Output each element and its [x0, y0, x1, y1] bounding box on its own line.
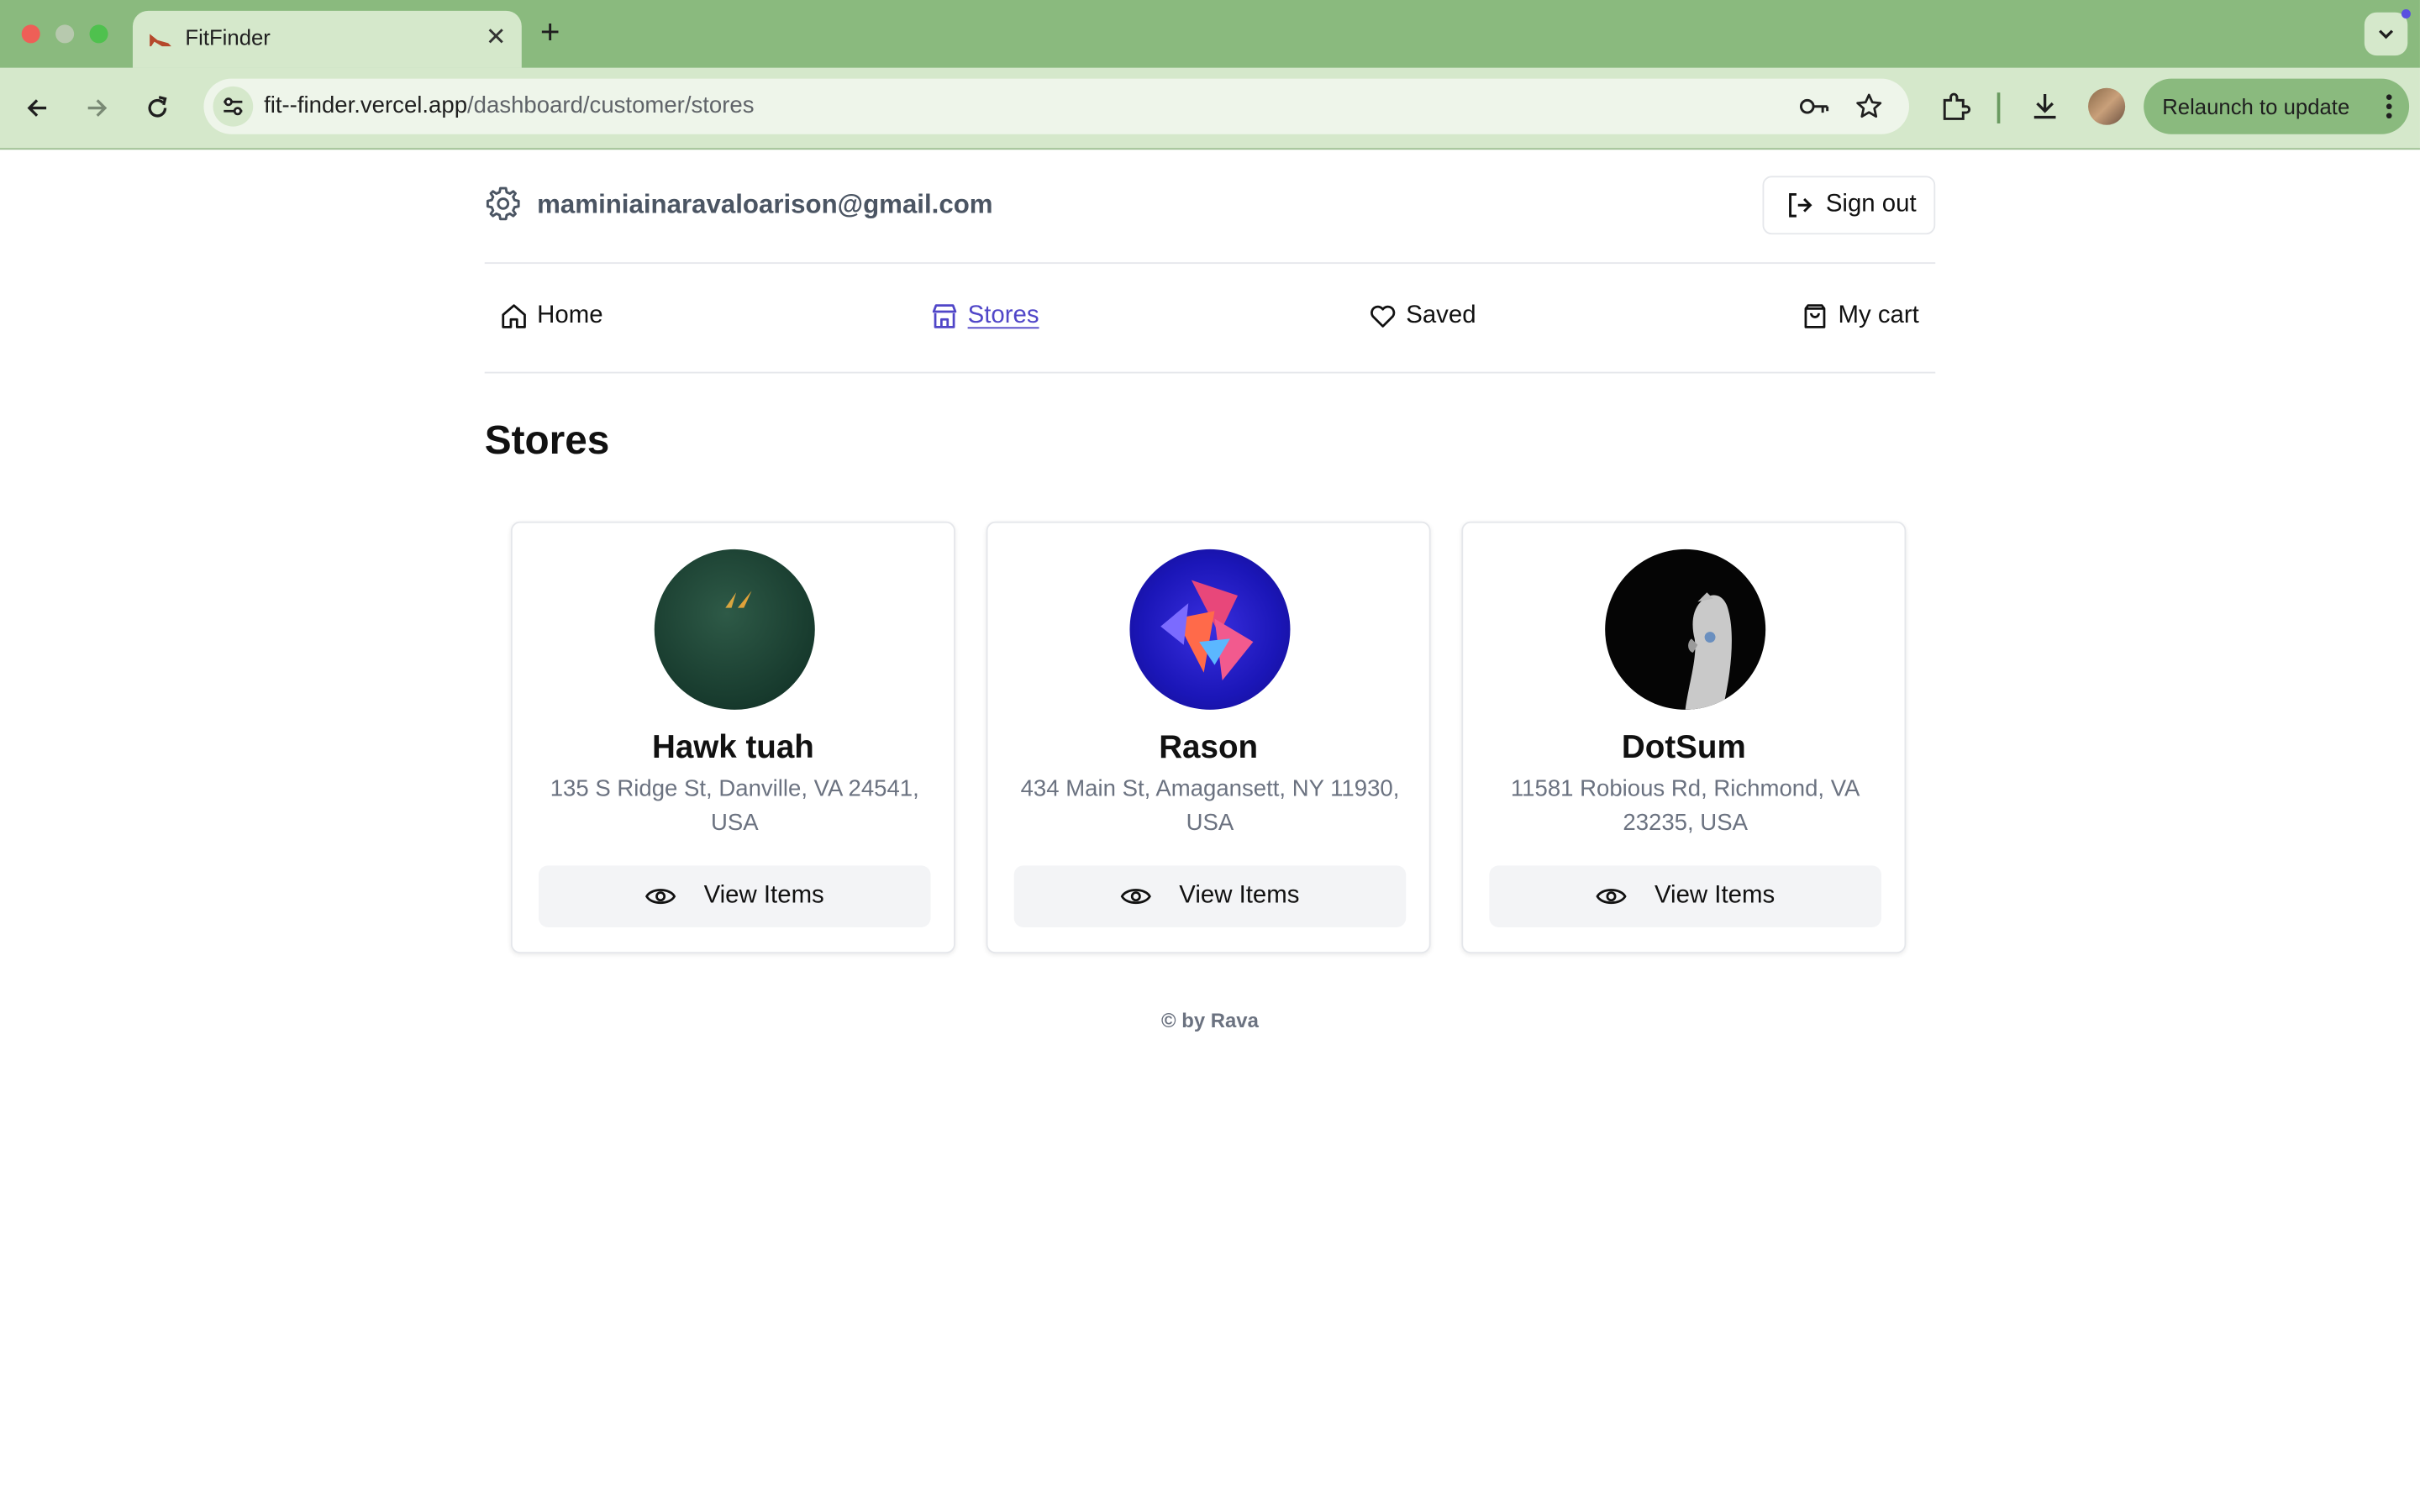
- close-window-button[interactable]: [21, 24, 40, 44]
- gear-icon[interactable]: [485, 185, 522, 222]
- eye-icon: [1120, 889, 1151, 905]
- nav-cart[interactable]: My cart: [1801, 302, 1919, 330]
- view-items-label: View Items: [1179, 882, 1300, 909]
- store-name: DotSum: [1621, 729, 1746, 766]
- nav-home-label: Home: [537, 302, 603, 329]
- nav-saved[interactable]: Saved: [1369, 302, 1476, 330]
- store-avatar: [1129, 549, 1291, 710]
- new-tab-button[interactable]: +: [540, 13, 560, 51]
- view-items-button[interactable]: View Items: [539, 865, 931, 927]
- view-items-label: View Items: [1654, 882, 1776, 909]
- notification-dot: [2401, 9, 2411, 19]
- tab-search-button[interactable]: [2364, 9, 2411, 56]
- store-list: Hawk tuah 135 S Ridge St, Danville, VA 2…: [510, 521, 1909, 954]
- nav-home[interactable]: Home: [500, 302, 603, 330]
- shopping-bag-icon: [1804, 304, 1826, 328]
- sign-out-label: Sign out: [1825, 191, 1917, 218]
- view-items-button[interactable]: View Items: [1489, 865, 1881, 927]
- chevron-down-icon: [2379, 29, 2394, 39]
- bookmark-star-icon[interactable]: [1854, 91, 1885, 122]
- store-icon: [932, 304, 957, 328]
- store-name: Rason: [1159, 729, 1259, 766]
- heart-icon: [1370, 305, 1396, 328]
- url-path: /dashboard/customer/stores: [467, 92, 755, 119]
- eye-icon: [645, 889, 676, 905]
- more-vert-icon: [2386, 94, 2392, 119]
- arrow-right-icon: [87, 99, 108, 117]
- user-email: maminiainaravaloarison@gmail.com: [537, 189, 993, 219]
- address-bar[interactable]: fit--finder.vercel.app/dashboard/custome…: [203, 78, 1909, 134]
- password-key-icon[interactable]: [1799, 91, 1831, 122]
- profile-avatar[interactable]: [2088, 87, 2126, 125]
- browser-toolbar: fit--finder.vercel.app/dashboard/custome…: [0, 67, 2420, 150]
- home-icon: [502, 304, 526, 328]
- store-card: DotSum 11581 Robious Rd, Richmond, VA 23…: [1461, 521, 1907, 954]
- relaunch-label: Relaunch to update: [2162, 94, 2350, 119]
- maximize-window-button[interactable]: [89, 24, 108, 44]
- toolbar-divider: [1996, 92, 2001, 123]
- store-avatar: [654, 549, 815, 710]
- nav-stores[interactable]: Stores: [931, 302, 1039, 330]
- store-card: Hawk tuah 135 S Ridge St, Danville, VA 2…: [510, 521, 955, 954]
- browser-tab-bar: FitFinder ✕ +: [0, 0, 2420, 68]
- arrow-left-icon: [27, 99, 47, 117]
- store-address: 434 Main St, Amagansett, NY 11930, USA: [1020, 775, 1400, 837]
- store-name: Hawk tuah: [651, 729, 814, 766]
- download-icon[interactable]: [2027, 88, 2064, 125]
- app-header: maminiainaravaloarison@gmail.com Sign ou…: [484, 148, 1936, 265]
- minimize-window-button[interactable]: [55, 24, 75, 44]
- tab-title: FitFinder: [185, 24, 271, 50]
- page-title: Stores: [484, 416, 610, 464]
- main-nav: Home Stores Saved My cart: [484, 264, 1936, 374]
- view-items-label: View Items: [703, 882, 824, 909]
- high-heel-icon: [150, 34, 171, 47]
- page-content: maminiainaravaloarison@gmail.com Sign ou…: [484, 148, 1936, 1032]
- eye-icon: [1596, 889, 1627, 905]
- nav-stores-label: Stores: [967, 302, 1039, 329]
- relaunch-button[interactable]: Relaunch to update: [2144, 78, 2410, 134]
- store-address: 135 S Ridge St, Danville, VA 24541, USA: [550, 775, 919, 837]
- log-out-icon: [1789, 192, 1812, 218]
- store-card: Rason 434 Main St, Amagansett, NY 11930,…: [986, 521, 1431, 954]
- tune-icon: [224, 97, 243, 116]
- extensions-icon[interactable]: [1937, 88, 1974, 125]
- close-tab-icon[interactable]: ✕: [486, 22, 507, 53]
- url-text: fit--finder.vercel.app/dashboard/custome…: [264, 92, 754, 118]
- url-host: fit--finder.vercel.app: [264, 92, 468, 119]
- back-button[interactable]: [18, 90, 55, 127]
- reload-button[interactable]: [139, 90, 176, 127]
- store-avatar: [1605, 549, 1766, 710]
- view-items-button[interactable]: View Items: [1013, 865, 1407, 927]
- reload-icon: [148, 96, 167, 118]
- sign-out-button[interactable]: Sign out: [1762, 176, 1936, 235]
- nav-cart-label: My cart: [1838, 302, 1919, 329]
- forward-button[interactable]: [79, 90, 116, 127]
- nav-saved-label: Saved: [1406, 302, 1476, 329]
- footer-credit: © by Rava: [1161, 1009, 1259, 1032]
- store-address: 11581 Robious Rd, Richmond, VA 23235, US…: [1510, 775, 1860, 837]
- browser-tab[interactable]: FitFinder ✕: [132, 10, 522, 68]
- site-info-button[interactable]: [213, 86, 254, 127]
